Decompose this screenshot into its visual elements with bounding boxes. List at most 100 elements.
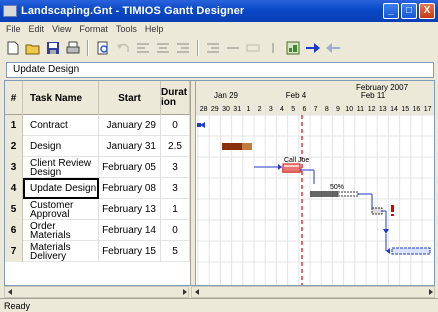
print-icon[interactable]	[64, 39, 82, 57]
week-label: Feb 4	[286, 91, 307, 100]
table-row[interactable]: 5 Customer Approval February 13 1	[5, 199, 190, 220]
title-bar: Landscaping.Gnt - TIMIOS Gantt Designer …	[0, 0, 438, 22]
cell-edit-input[interactable]: Update Design	[6, 62, 434, 78]
app-icon	[3, 5, 17, 17]
task-start[interactable]: February 05	[99, 157, 161, 178]
gantt-svg: February 2007 Jan 29 Feb 4 Feb 11 28 29 30…	[196, 81, 434, 285]
menu-help[interactable]: Help	[141, 24, 168, 34]
task-start[interactable]: February 13	[99, 199, 161, 220]
task-name[interactable]: Contract	[23, 115, 99, 136]
task-name[interactable]: Order Materials	[23, 220, 99, 241]
task-start[interactable]: February 14	[99, 220, 161, 241]
task-duration[interactable]: 0	[161, 115, 190, 136]
scroll-arrows	[8, 289, 187, 295]
row-number[interactable]: 5	[5, 199, 23, 220]
customer-approval-bar[interactable]	[371, 207, 383, 215]
day-tick-label: 17	[424, 106, 432, 113]
day-tick-label: 13	[379, 106, 387, 113]
task-name[interactable]: Client Review Design	[23, 157, 99, 178]
row-number[interactable]: 7	[5, 241, 23, 262]
day-tick-label: 11	[357, 106, 364, 113]
table-row[interactable]: 4 Update Design February 08 3	[5, 178, 190, 199]
table-row[interactable]: 7 Materials Delivery February 15 5	[5, 241, 190, 262]
day-tick-label: 12	[368, 106, 376, 113]
row-number[interactable]: 4	[5, 178, 23, 199]
gantt-chart[interactable]: February 2007 Jan 29 Feb 4 Feb 11 28 29 30…	[196, 81, 434, 285]
header-task-name[interactable]: Task Name	[23, 81, 99, 115]
close-button[interactable]: X	[419, 3, 435, 19]
contract-milestone-tail	[197, 123, 201, 127]
menu-tools[interactable]: Tools	[112, 24, 141, 34]
minimize-button[interactable]: _	[383, 3, 399, 19]
toolbar-separator	[197, 40, 199, 56]
percent-label: 50%	[330, 184, 344, 191]
window-controls: _ □ X	[383, 3, 435, 19]
row-number[interactable]: 3	[5, 157, 23, 178]
table-row[interactable]: 2 Design January 31 2.5	[5, 136, 190, 157]
task-duration[interactable]: 2.5	[161, 136, 190, 157]
task-duration[interactable]: 1	[161, 199, 190, 220]
task-start[interactable]: February 08	[99, 178, 161, 199]
grid-area: # Task Name Start Duration 1 Contract Ja…	[4, 80, 435, 286]
day-tick-label: 6	[302, 106, 306, 113]
task-start[interactable]: February 15	[99, 241, 161, 262]
save-icon[interactable]	[44, 39, 62, 57]
outdent-icon[interactable]	[224, 39, 242, 57]
image-icon[interactable]	[284, 39, 302, 57]
maximize-button[interactable]: □	[401, 3, 417, 19]
align-left-icon[interactable]	[134, 39, 152, 57]
day-ticks: 28 29 30 31 1 2 3 4 5 6 7 8 9 10 11 12 13 14 15 16 17	[200, 106, 432, 113]
align-center-icon[interactable]	[154, 39, 172, 57]
header-duration[interactable]: Duration	[161, 81, 190, 115]
menu-view[interactable]: View	[48, 24, 75, 34]
day-tick-label: 10	[345, 106, 353, 113]
menu-format[interactable]: Format	[75, 24, 112, 34]
task-name-selected[interactable]: Update Design	[23, 178, 99, 199]
materials-delivery-bar[interactable]	[391, 247, 431, 255]
menu-bar: File Edit View Format Tools Help	[0, 22, 438, 36]
task-duration[interactable]: 0	[161, 220, 190, 241]
table-row[interactable]: 6 Order Materials February 14 0	[5, 220, 190, 241]
row-number[interactable]: 1	[5, 115, 23, 136]
scroll-arrows	[195, 289, 433, 295]
task-duration[interactable]: 3	[161, 157, 190, 178]
undo-icon[interactable]	[114, 39, 132, 57]
day-tick-label: 9	[336, 106, 340, 113]
client-review-bar[interactable]	[282, 167, 302, 173]
day-tick-label: 16	[413, 106, 421, 113]
day-tick-label: 1	[246, 106, 250, 113]
update-design-bar[interactable]	[310, 191, 338, 197]
back-arrow-icon[interactable]	[324, 39, 342, 57]
forward-arrow-icon[interactable]	[304, 39, 322, 57]
header-start[interactable]: Start	[99, 81, 161, 115]
task-name[interactable]: Customer Approval	[23, 199, 99, 220]
day-tick-label: 15	[401, 106, 409, 113]
design-bar-progress	[242, 143, 252, 150]
menu-file[interactable]: File	[2, 24, 25, 34]
gantt-hscrollbar[interactable]	[191, 286, 435, 298]
task-start[interactable]: January 31	[99, 136, 161, 157]
day-tick-label: 28	[200, 106, 208, 113]
open-icon[interactable]	[24, 39, 42, 57]
table-hscrollbar[interactable]	[4, 286, 189, 298]
header-num[interactable]: #	[5, 81, 23, 115]
task-name[interactable]: Design	[23, 136, 99, 157]
task-duration[interactable]: 3	[161, 178, 190, 199]
row-number[interactable]: 6	[5, 220, 23, 241]
align-right-icon[interactable]	[174, 39, 192, 57]
row-number[interactable]: 2	[5, 136, 23, 157]
table-row[interactable]: 1 Contract January 29 0	[5, 115, 190, 136]
week-label: Feb 11	[361, 91, 386, 100]
menu-edit[interactable]: Edit	[25, 24, 49, 34]
new-icon[interactable]	[4, 39, 22, 57]
link-icon[interactable]	[244, 39, 262, 57]
preview-icon[interactable]	[94, 39, 112, 57]
warning-flag-dot	[391, 214, 394, 216]
task-start[interactable]: January 29	[99, 115, 161, 136]
toolbar	[0, 37, 438, 59]
task-name[interactable]: Materials Delivery	[23, 241, 99, 262]
table-row[interactable]: 3 Client Review Design February 05 3	[5, 157, 190, 178]
split-icon[interactable]	[264, 39, 282, 57]
task-duration[interactable]: 5	[161, 241, 190, 262]
indent-icon[interactable]	[204, 39, 222, 57]
